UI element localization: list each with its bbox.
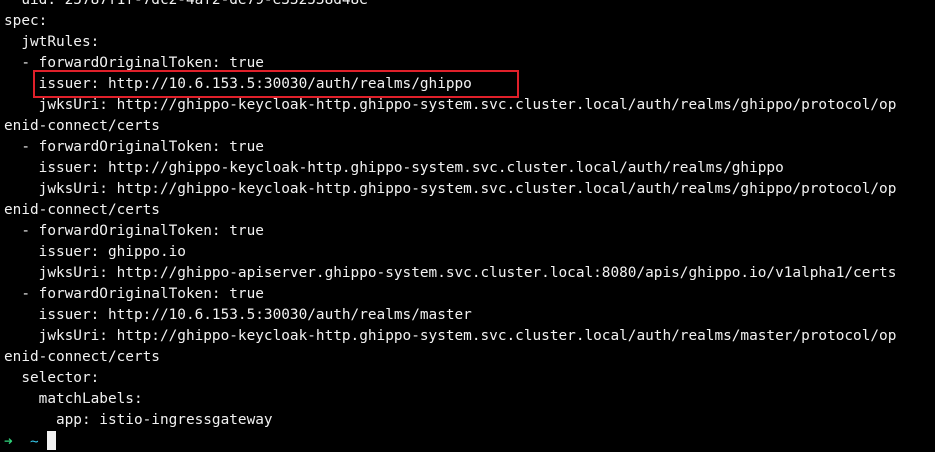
yaml-line-jwksuri-2: jwksUri: http://ghippo-keycloak-http.ghi… (4, 181, 897, 197)
terminal-window[interactable]: uid: 25787f1f-7dc2-4af2-de79-e332538d48e… (0, 0, 935, 452)
yaml-line-jwksuri-1: jwksUri: http://ghippo-keycloak-http.ghi… (4, 97, 897, 113)
yaml-line-issuer-2: issuer: http://ghippo-keycloak-http.ghip… (4, 160, 784, 176)
yaml-line-jwksuri-4: jwksUri: http://ghippo-keycloak-http.ghi… (4, 328, 897, 344)
yaml-line-issuer-3: issuer: ghippo.io (4, 244, 186, 260)
yaml-line-jwksuri-3: jwksUri: http://ghippo-apiserver.ghippo-… (4, 265, 897, 281)
yaml-line-jwtrules: jwtRules: (4, 34, 100, 50)
yaml-line-forward-token-4: - forwardOriginalToken: true (4, 286, 264, 302)
yaml-line-matchlabels: matchLabels: (4, 391, 143, 407)
yaml-line-forward-token-2: - forwardOriginalToken: true (4, 139, 264, 155)
yaml-line-forward-token-1: - forwardOriginalToken: true (4, 55, 264, 71)
yaml-line-forward-token-3: - forwardOriginalToken: true (4, 223, 264, 239)
yaml-line-uid: uid: 25787f1f-7dc2-4af2-de79-e332538d48e (4, 0, 368, 8)
yaml-line-spec: spec: (4, 13, 48, 29)
yaml-line-wrap-3: enid-connect/certs (4, 349, 160, 365)
yaml-line-issuer-4: issuer: http://10.6.153.5:30030/auth/rea… (4, 307, 472, 323)
yaml-line-selector: selector: (4, 370, 100, 386)
prompt-arrow-icon: ➜ (4, 434, 13, 450)
prompt-home-dir: ~ (30, 434, 39, 450)
yaml-line-wrap-2: enid-connect/certs (4, 202, 160, 218)
shell-prompt[interactable]: ➜ ~ (4, 431, 57, 452)
yaml-line-wrap-1: enid-connect/certs (4, 118, 160, 134)
text-cursor (47, 431, 57, 450)
yaml-line-issuer-1: issuer: http://10.6.153.5:30030/auth/rea… (4, 76, 472, 92)
yaml-line-app-label: app: istio-ingressgateway (4, 412, 273, 428)
